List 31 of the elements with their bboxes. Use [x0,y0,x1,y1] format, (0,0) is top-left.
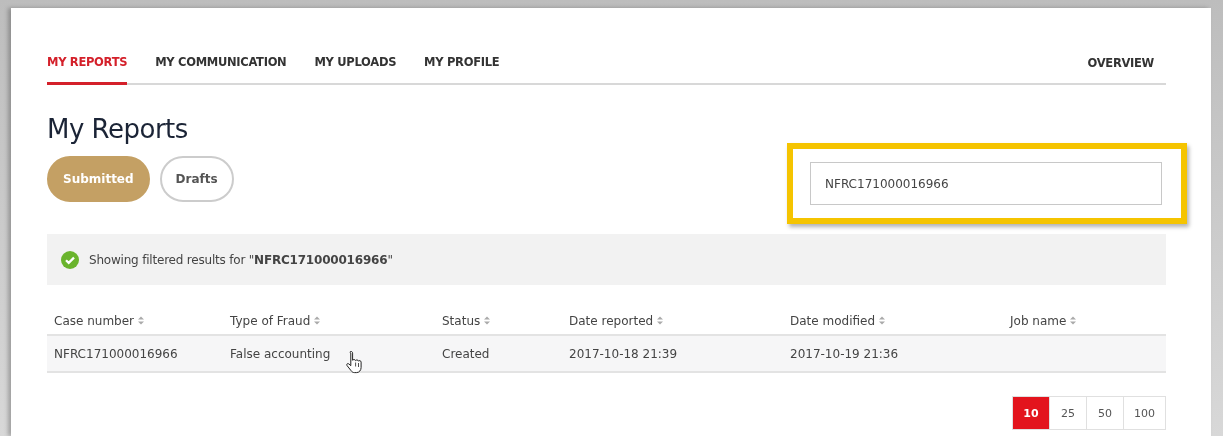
nav-tab[interactable]: MY PROFILE [424,55,500,85]
column-header[interactable]: Date reported [562,313,783,328]
page-size-button[interactable]: 10 [1012,396,1050,430]
page-size-button[interactable]: 25 [1049,396,1087,430]
check-circle-icon [61,250,79,269]
sort-icon[interactable] [657,316,664,325]
table-cell-text: 2017-10-19 21:36 [789,346,900,361]
sort-icon[interactable] [879,316,886,325]
page-size-button[interactable]: 50 [1086,396,1124,430]
nav-tab[interactable]: MY UPLOADS [314,55,397,85]
column-header[interactable]: Status [435,313,562,328]
column-header[interactable]: Job name [1003,313,1166,328]
overview-link[interactable]: OVERVIEW [1087,56,1166,83]
column-header[interactable]: Case number [47,313,223,328]
search-field[interactable]: NFRC171000016966 [810,162,1162,205]
sort-icon[interactable] [484,316,491,325]
sort-icon[interactable] [1070,316,1077,325]
sort-icon[interactable] [138,316,144,325]
nav-tab[interactable]: MY REPORTS [47,55,128,85]
table-cell-text: NFRC171000016966 [53,346,179,361]
table-cell-text: Created [441,346,491,361]
page-size-button[interactable]: 100 [1123,396,1166,430]
page-title: My Reports [47,114,189,144]
filter-pill[interactable]: Drafts [159,156,234,202]
filter-message: Showing filtered results for "NFRC171000016966" [89,252,393,267]
column-header[interactable]: Type of Fraud [223,313,435,328]
sort-icon[interactable] [314,316,321,325]
column-header[interactable]: Date modified [783,313,1003,328]
table-cell-text: 2017-10-18 21:39 [568,346,679,361]
table-cell-text: False accounting [229,346,332,361]
nav-tab[interactable]: MY COMMUNICATION [155,55,287,85]
